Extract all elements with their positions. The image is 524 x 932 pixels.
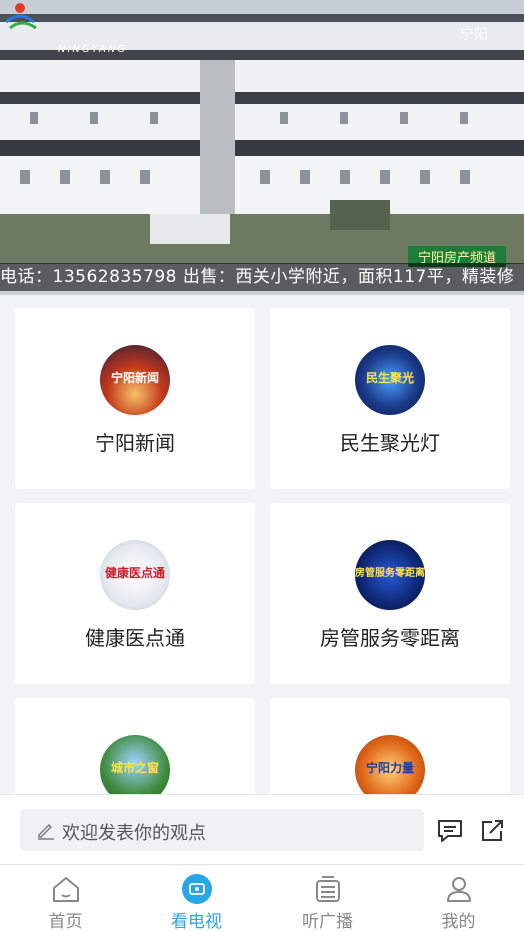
nav-item-radio[interactable]: 听广播 xyxy=(262,865,393,932)
channel-label: 宁阳新闻 xyxy=(95,431,175,455)
thumbnail-text: 房管服务零距离 xyxy=(355,568,425,579)
comment-input[interactable]: 欢迎发表你的观点 xyxy=(20,809,424,851)
station-logo-icon xyxy=(5,3,37,30)
channel-card-ningyang-news[interactable]: 宁阳新闻 宁阳新闻 xyxy=(15,308,255,489)
channel-watermark: 宁阳 xyxy=(460,27,488,43)
channel-label: 健康医点通 xyxy=(85,626,185,650)
thumbnail-text: 健康医点通 xyxy=(104,566,165,580)
nav-label: 听广播 xyxy=(302,912,353,932)
nav-item-home[interactable]: 首页 xyxy=(0,865,131,932)
pencil-icon xyxy=(38,824,54,840)
user-icon xyxy=(446,877,471,902)
thumbnail-text: 宁阳力量 xyxy=(365,761,414,775)
tv-icon xyxy=(181,874,212,904)
channel-card-city-window[interactable]: 城市之窗 xyxy=(15,698,255,805)
channel-card-minsheng-spotlight[interactable]: 民生聚光 民生聚光灯 xyxy=(270,308,510,489)
bottom-navigation: 首页 看电视 听广播 我的 xyxy=(0,864,524,932)
video-player[interactable]: NINGYANG 宁阳 宁阳房产频道 电话：13562835798 出售：西关小… xyxy=(0,0,524,295)
comment-bar: 欢迎发表你的观点 xyxy=(0,794,524,864)
home-icon xyxy=(52,877,79,902)
channel-card-health[interactable]: 健康医点通 健康医点通 xyxy=(15,503,255,684)
thumbnail-text: 民生聚光 xyxy=(365,371,414,385)
news-ticker: 电话：13562835798 出售：西关小学附近，面积117平，精装修 xyxy=(0,263,524,291)
channel-label: 民生聚光灯 xyxy=(340,431,440,455)
nav-label: 我的 xyxy=(441,912,476,932)
thumbnail-text: 宁阳新闻 xyxy=(110,371,159,385)
channel-thumbnail: 民生聚光 xyxy=(355,345,425,415)
radio-icon xyxy=(315,876,340,902)
channel-thumbnail: 健康医点通 xyxy=(100,540,170,610)
comment-placeholder: 欢迎发表你的观点 xyxy=(62,823,206,844)
logo-text: NINGYANG xyxy=(58,44,128,55)
comment-list-icon[interactable] xyxy=(436,817,464,845)
channel-thumbnail: 房管服务零距离 xyxy=(355,540,425,610)
thumbnail-text: 城市之窗 xyxy=(110,761,159,775)
channel-card-housing-service[interactable]: 房管服务零距离 房管服务零距离 xyxy=(270,503,510,684)
nav-label: 首页 xyxy=(48,912,83,932)
channel-label: 房管服务零距离 xyxy=(320,626,460,650)
nav-item-tv[interactable]: 看电视 xyxy=(131,865,262,932)
channel-thumbnail: 宁阳新闻 xyxy=(100,345,170,415)
share-icon[interactable] xyxy=(478,817,506,845)
nav-label: 看电视 xyxy=(171,912,222,932)
nav-item-me[interactable]: 我的 xyxy=(393,865,524,932)
channel-card-ningyang-power[interactable]: 宁阳力量 xyxy=(270,698,510,805)
